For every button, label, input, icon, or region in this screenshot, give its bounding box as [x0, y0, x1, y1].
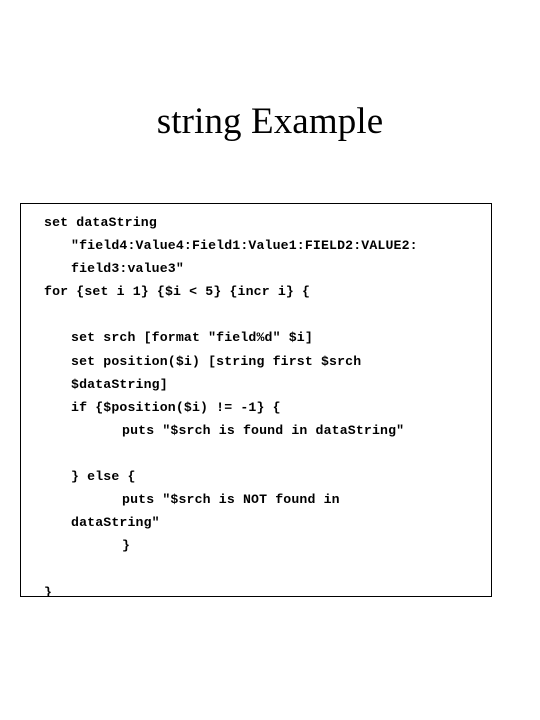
code-line-list: set dataString "field4:Value4:Field1:Valu…	[44, 211, 489, 597]
code-line: }	[122, 538, 131, 554]
slide-canvas: string Example set dataString "field4:Val…	[0, 0, 540, 720]
code-line: for {set i 1} {$i < 5} {incr i} {	[44, 284, 311, 300]
code-line: set dataString	[44, 215, 157, 230]
code-line: if {$position($i) != -1} {	[71, 399, 281, 415]
code-line: } else {	[71, 469, 136, 485]
code-line: puts "$srch is found in dataString"	[122, 422, 405, 438]
code-line: puts "$srch is NOT found in	[122, 492, 340, 508]
code-line: }	[44, 584, 53, 597]
code-line: set srch [format "field%d" $i]	[71, 330, 313, 346]
code-line: $dataString]	[71, 376, 168, 392]
code-line: field3:value3"	[71, 261, 184, 277]
code-block: set dataString "field4:Value4:Field1:Valu…	[20, 203, 492, 597]
code-line: set position($i) [string first $srch	[71, 353, 362, 369]
page-title: string Example	[156, 101, 384, 142]
code-line: "field4:Value4:Field1:Value1:FIELD2:VALU…	[71, 238, 418, 254]
code-line: dataString"	[71, 515, 160, 531]
